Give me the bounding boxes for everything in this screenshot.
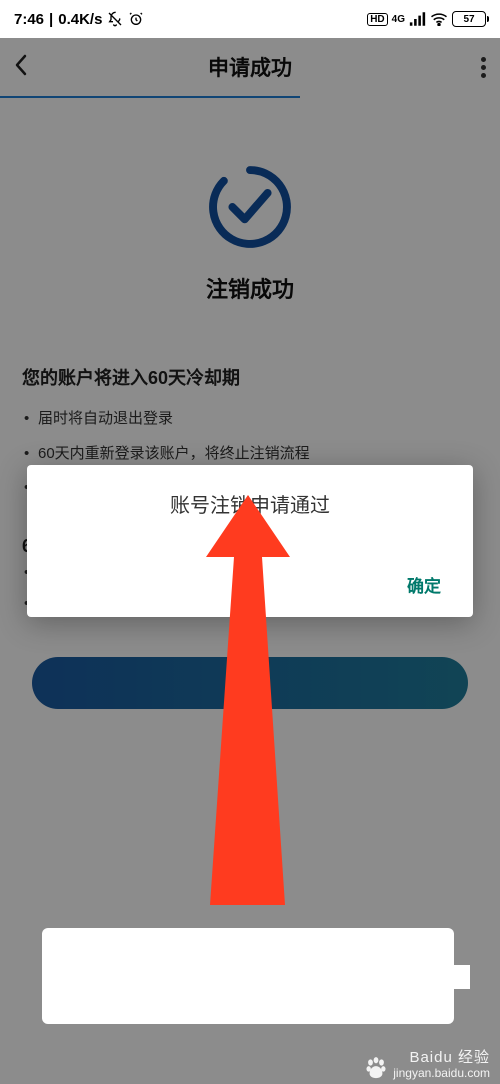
status-sep: | — [49, 11, 53, 28]
signal-label: 4G — [392, 15, 405, 24]
wifi-icon — [430, 12, 448, 26]
dnd-icon — [107, 11, 123, 27]
battery-icon: 57 — [452, 11, 486, 27]
hd-badge: HD — [367, 13, 387, 26]
battery-text: 57 — [463, 14, 474, 25]
signal-icon — [409, 12, 426, 26]
status-time: 7:46 — [14, 11, 44, 28]
baidu-paw-icon — [365, 1056, 387, 1080]
watermark: Baidu 经验 jingyan.baidu.com — [365, 1050, 490, 1080]
alarm-icon — [128, 11, 144, 27]
dialog-confirm-button[interactable]: 确定 — [397, 566, 451, 603]
watermark-brand: Baidu 经验 — [409, 1050, 490, 1067]
blank-card — [42, 928, 454, 1024]
dialog: 账号注销申请通过 确定 — [27, 465, 473, 617]
status-netspeed: 0.4K/s — [58, 11, 102, 28]
blank-card-notch — [450, 965, 470, 989]
watermark-url: jingyan.baidu.com — [393, 1067, 490, 1080]
status-bar: 7:46 | 0.4K/s HD 4G 57 — [0, 0, 500, 38]
dialog-title: 账号注销申请通过 — [49, 489, 451, 518]
